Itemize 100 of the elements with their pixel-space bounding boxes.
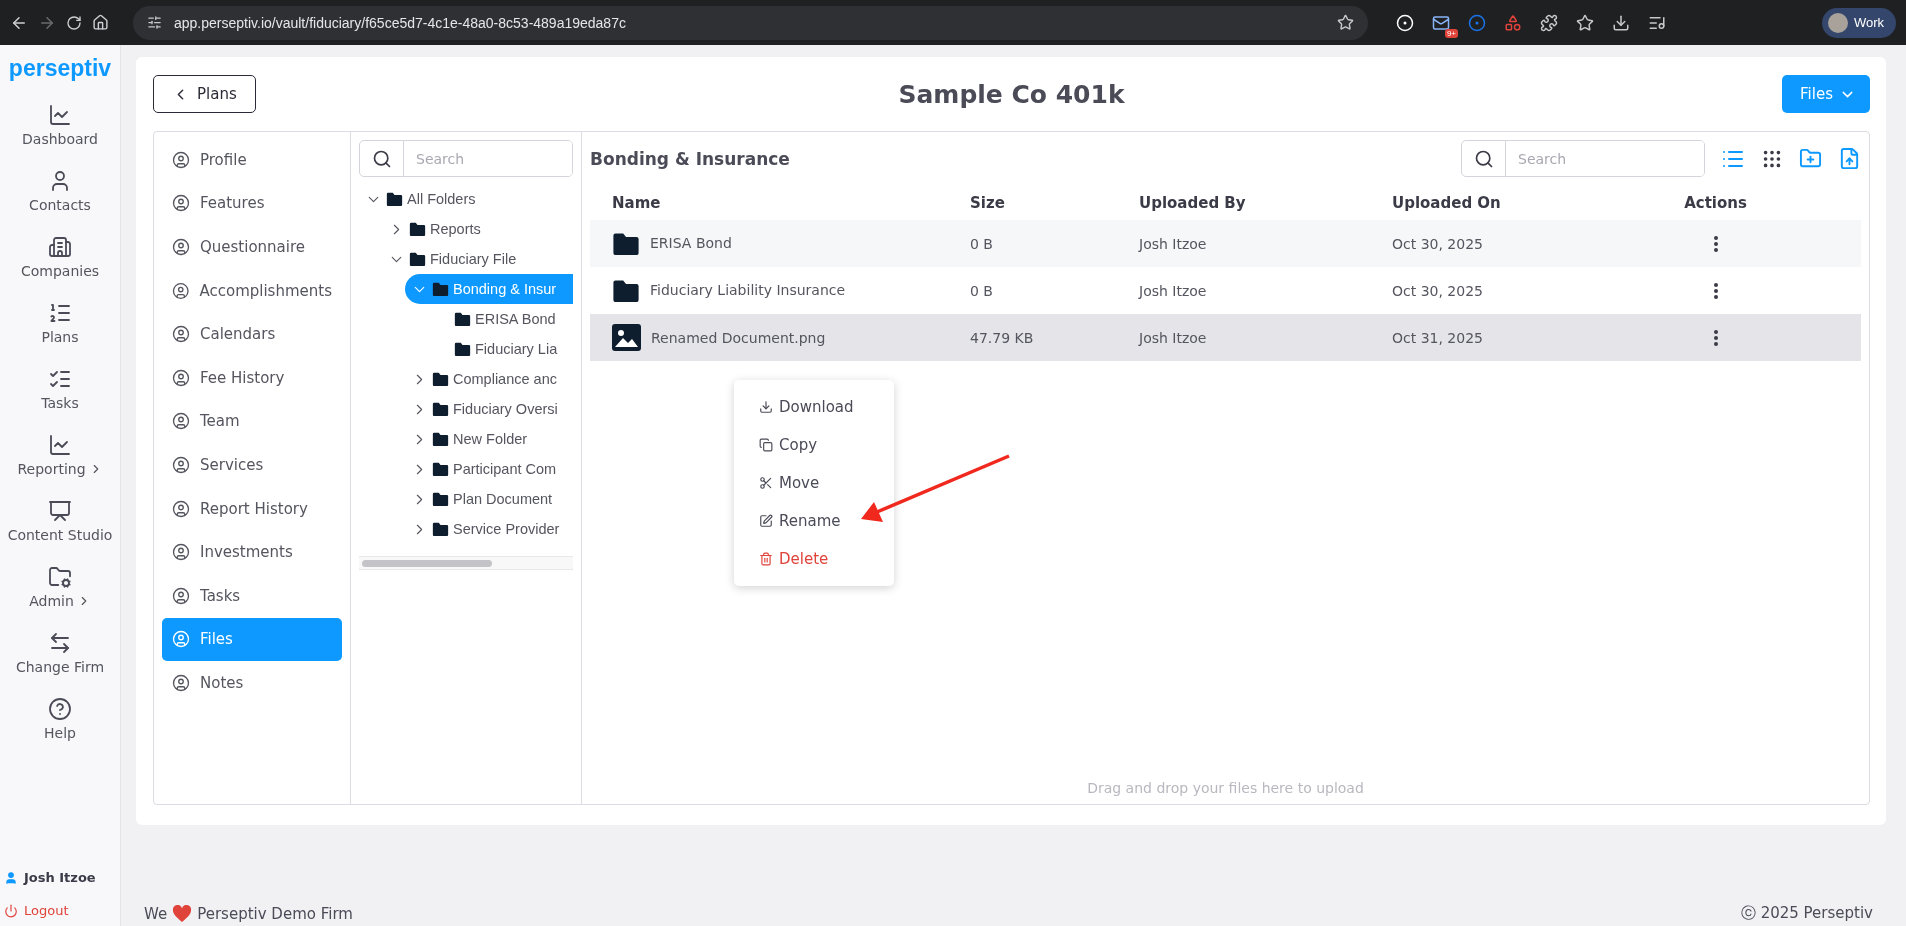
folder-icon (454, 311, 471, 327)
copyright-text: ⓒ 2025 Perseptiv (1740, 904, 1873, 923)
settings-nav-item[interactable]: Report History (162, 486, 342, 531)
menu-item[interactable]: Download (734, 388, 894, 426)
settings-nav-item[interactable]: Fee History (162, 355, 342, 400)
nav-label: Content Studio (7, 527, 113, 543)
tree-item[interactable]: Compliance anc (405, 364, 573, 394)
table-cell-text: Josh Itzoe (1139, 282, 1208, 299)
nav-item[interactable]: Reporting (17, 422, 103, 488)
tree-item[interactable]: All Folders (359, 184, 573, 214)
settings-nav-item[interactable]: Accomplishments (162, 268, 342, 313)
more-actions-button[interactable] (1711, 280, 1720, 301)
user-circle-icon (172, 499, 190, 518)
nav-item[interactable]: Contacts (29, 158, 91, 224)
download-icon (759, 400, 773, 414)
menu-item[interactable]: Rename (734, 502, 894, 540)
table-cell-text: Oct 30, 2025 (1392, 235, 1484, 252)
user-circle-icon (172, 412, 190, 431)
back-button[interactable]: Plans (153, 75, 256, 113)
folder-icon (432, 281, 449, 297)
table-cell-text: 0 B (970, 282, 994, 299)
user-circle-icon (172, 673, 190, 692)
folder-icon (432, 491, 449, 507)
nav-item[interactable]: Plans (41, 290, 79, 356)
settings-nav-item[interactable]: Questionnaire (162, 225, 342, 269)
kebab-icon (1713, 282, 1718, 299)
mail-icon[interactable] (1432, 13, 1450, 32)
folder-plus-icon[interactable] (1799, 147, 1822, 170)
bookmark-star-icon[interactable] (1337, 14, 1354, 31)
settings-nav-item[interactable]: Team (162, 399, 342, 444)
table-cell-text: 0 B (970, 235, 994, 252)
site-settings-icon[interactable] (147, 15, 162, 30)
reload-icon[interactable] (66, 14, 82, 31)
settings-nav-item[interactable]: Profile (162, 138, 342, 182)
profile-button[interactable]: Work (1821, 7, 1896, 38)
scrollbar-thumb[interactable] (362, 560, 492, 567)
edit-icon (759, 514, 773, 528)
file-row[interactable]: ERISA Bond 0 B Josh Itzoe Oct 30, 2025 (590, 220, 1861, 267)
table-cell-text: Josh Itzoe (1139, 329, 1208, 346)
settings-nav-item[interactable]: Calendars (162, 312, 342, 356)
table-cell-text: 47.79 KB (970, 329, 1035, 346)
user-circle-icon (172, 543, 190, 562)
folder-search-field[interactable]: Search (359, 140, 573, 177)
tree-item[interactable]: New Folder (405, 424, 573, 454)
settings-nav-item[interactable]: Features (162, 181, 342, 226)
address-bar[interactable]: app.perseptiv.io/vault/fiduciary/f65ce5d7-4c1e-48a0-8c53-489a19eda87c (133, 5, 1368, 40)
folder-gear-icon (48, 565, 72, 589)
heart-icon (172, 904, 193, 923)
more-actions-button[interactable] (1711, 327, 1720, 348)
search-icon (1473, 148, 1494, 169)
tree-item[interactable]: Plan Document (405, 484, 573, 514)
tree-item[interactable]: Reports (382, 214, 573, 244)
numbered-list-icon (48, 301, 72, 325)
folder-icon (454, 341, 471, 357)
nav-label: Dashboard (22, 131, 98, 147)
more-actions-button[interactable] (1711, 233, 1720, 254)
tree-item[interactable]: Fiduciary Oversi (405, 394, 573, 424)
nav-item[interactable]: Companies (20, 224, 100, 290)
settings-nav-item[interactable]: Notes (162, 661, 342, 705)
file-row[interactable]: Renamed Document.png 47.79 KB Josh Itzoe Oct 31, 2025 (590, 314, 1861, 361)
settings-nav-item[interactable]: Services (162, 443, 342, 487)
settings-nav-item[interactable]: Investments (162, 530, 342, 574)
footer-text: We (144, 904, 168, 923)
tree-item[interactable]: Fiduciary Lia (428, 334, 573, 364)
nav-item[interactable]: Dashboard (22, 92, 98, 158)
nav-item[interactable]: Admin (29, 554, 91, 620)
folder-icon (409, 221, 426, 237)
tree-item[interactable]: Participant Com (405, 454, 573, 484)
user-circle-icon (172, 238, 190, 256)
building-icon (48, 235, 72, 259)
folder-icon (409, 251, 426, 267)
user-circle-icon (172, 455, 190, 474)
tree-item[interactable]: ERISA Bond (428, 304, 573, 334)
star-icon[interactable] (1576, 13, 1594, 32)
menu-item[interactable]: Move (734, 464, 894, 502)
table-cell-text: Josh Itzoe (1139, 235, 1208, 252)
scissors-icon (759, 476, 773, 490)
user-circle-icon (172, 586, 190, 605)
nav-item[interactable]: Tasks (41, 356, 79, 422)
download-icon[interactable] (1612, 13, 1630, 32)
nav-label: Contacts (29, 197, 91, 213)
file-upload-icon[interactable] (1838, 147, 1861, 170)
nav-label: Change Firm (15, 659, 105, 675)
logout-link[interactable]: Logout (4, 903, 120, 918)
nav-item[interactable]: Help (44, 686, 76, 752)
url-text: app.perseptiv.io/vault/fiduciary/f65ce5d7-4c1e-48a0-8c53-489a19eda87c (174, 14, 627, 31)
user-circle-icon (172, 150, 190, 169)
folder-title: Bonding & Insurance (590, 148, 790, 169)
home-icon[interactable] (92, 14, 109, 31)
trash-icon (759, 552, 773, 566)
file-search-field[interactable]: Search (1461, 140, 1705, 177)
tree-item[interactable]: Fiduciary File (382, 244, 573, 274)
menu-item[interactable]: Delete (734, 540, 894, 578)
tree-item[interactable]: Service Provider (405, 514, 573, 544)
nav-item[interactable]: Change Firm (15, 620, 105, 686)
nav-item[interactable]: Content Studio (7, 488, 113, 554)
puzzle-icon[interactable] (1540, 13, 1558, 32)
menu-item[interactable]: Copy (734, 426, 894, 464)
settings-nav-item[interactable]: Tasks (162, 573, 342, 618)
user-circle-icon (172, 281, 190, 300)
